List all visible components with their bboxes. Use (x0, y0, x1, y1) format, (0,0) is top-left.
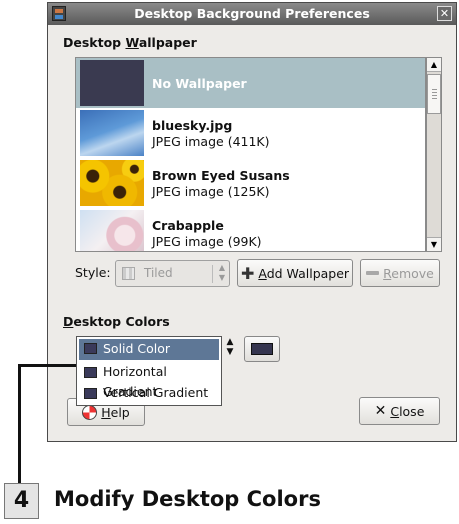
spinner-arrows-icon: ▲ ▼ (218, 263, 225, 282)
wallpaper-desc: JPEG image (411K) (152, 134, 270, 149)
step-title: Modify Desktop Colors (54, 487, 321, 511)
wallpaper-list[interactable]: No Wallpaper bluesky.jpg JPEG image (411… (75, 57, 426, 252)
close-button[interactable]: ✕ Close (359, 397, 440, 425)
wallpaper-desc: JPEG image (125K) (152, 184, 270, 199)
wallpaper-name: bluesky.jpg (152, 118, 233, 133)
wallpaper-item-crabapple[interactable]: Crabapple JPEG image (99K) (76, 208, 425, 251)
callout-line-horizontal (18, 364, 78, 367)
wallpaper-name: Brown Eyed Susans (152, 168, 290, 183)
wallpaper-section-label: Desktop Wallpaper (63, 35, 197, 50)
style-value: Tiled (144, 266, 173, 280)
dropdown-option-horizontal-gradient[interactable]: Horizontal Gradient (77, 362, 221, 399)
minus-icon (366, 271, 380, 275)
callout-line-vertical (18, 364, 21, 483)
wallpaper-scrollbar[interactable]: ▲ ▼ (426, 57, 442, 252)
vertical-gradient-swatch-icon (84, 388, 97, 399)
wallpaper-desc: JPEG image (99K) (152, 234, 262, 249)
dropdown-arrows-icon[interactable]: ▲ ▼ (222, 337, 238, 361)
tiled-icon (122, 267, 135, 280)
wallpaper-item-no-wallpaper[interactable]: No Wallpaper (76, 58, 425, 108)
close-x-icon: ✕ (374, 403, 387, 419)
wallpaper-thumbnail (80, 160, 144, 206)
wallpaper-item-bluesky[interactable]: bluesky.jpg JPEG image (411K) (76, 108, 425, 158)
dropdown-option-solid-color[interactable]: Solid Color (79, 339, 219, 360)
scrollbar-thumb[interactable] (427, 74, 441, 114)
dropdown-option-vertical-gradient[interactable]: Vertical Gradient (77, 383, 221, 404)
scroll-down-arrow-icon[interactable]: ▼ (427, 237, 441, 251)
scroll-up-arrow-icon[interactable]: ▲ (427, 58, 441, 72)
title-bar: Desktop Background Preferences ✕ (48, 3, 456, 25)
colors-section-label: Desktop Colors (63, 314, 170, 329)
wallpaper-name: No Wallpaper (152, 76, 247, 91)
style-combo[interactable]: Tiled ▲ ▼ (115, 260, 230, 287)
window-title: Desktop Background Preferences (134, 6, 370, 21)
wallpaper-name: Crabapple (152, 218, 224, 233)
window-close-button[interactable]: ✕ (437, 6, 452, 21)
step-number-badge: 4 (4, 483, 39, 519)
solid-color-swatch-icon (84, 343, 97, 354)
wallpaper-item-brown-eyed-susans[interactable]: Brown Eyed Susans JPEG image (125K) (76, 158, 425, 208)
color-swatch (251, 343, 273, 355)
wallpaper-thumbnail (80, 60, 144, 106)
color-picker-button[interactable] (244, 336, 280, 362)
remove-button[interactable]: Remove (360, 259, 440, 287)
help-lifebuoy-icon (82, 404, 98, 420)
add-wallpaper-button[interactable]: ✚ Add Wallpaper (237, 259, 353, 287)
wallpaper-thumbnail (80, 210, 144, 251)
wallpaper-thumbnail (80, 110, 144, 156)
color-type-dropdown[interactable]: Solid Color Horizontal Gradient Vertical… (76, 336, 222, 406)
horizontal-gradient-swatch-icon (84, 367, 97, 378)
plus-icon: ✚ (240, 263, 255, 283)
style-label: Style: (75, 265, 111, 280)
